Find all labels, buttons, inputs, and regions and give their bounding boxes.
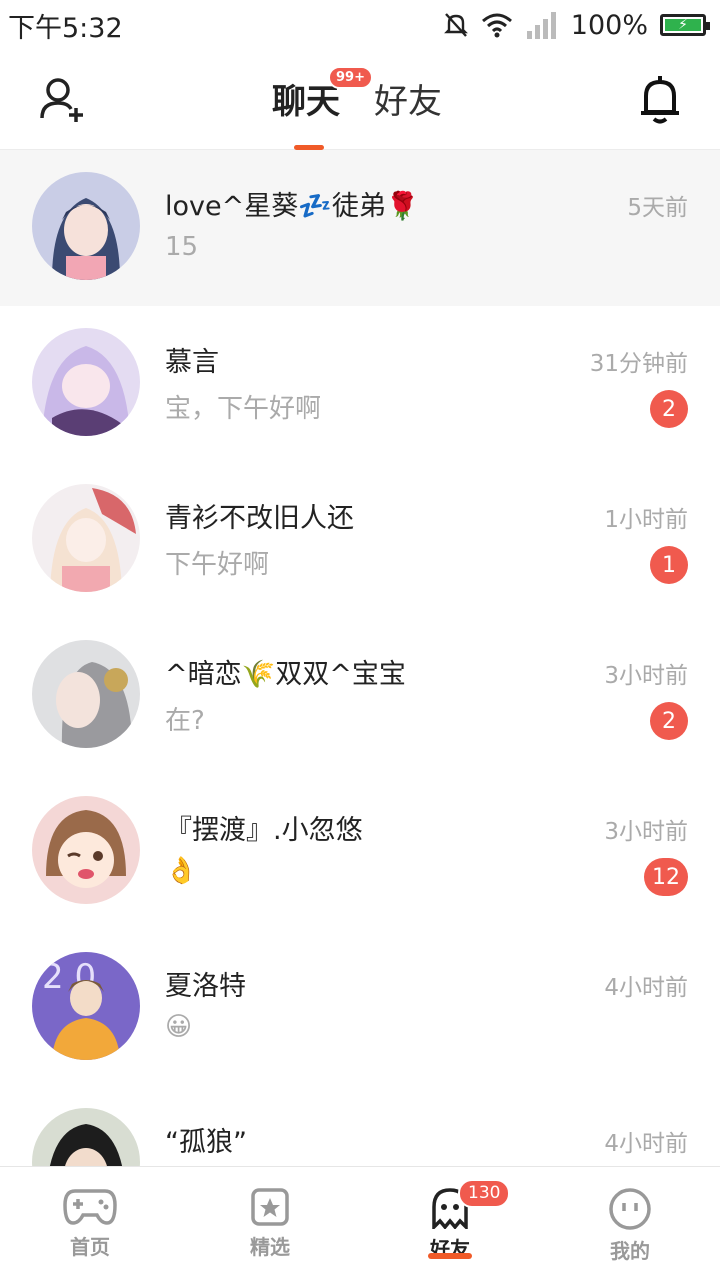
nav-featured[interactable]: 精选 (180, 1167, 360, 1280)
tab-chat-badge: 99+ (328, 66, 373, 89)
face-icon (609, 1188, 651, 1230)
gamepad-icon (63, 1189, 117, 1225)
top-header: 聊天 99+ 好友 (0, 50, 720, 150)
chat-name: 『摆渡』.小忽悠 (165, 815, 363, 846)
bottom-nav: 首页 精选 好友 130 我的 (0, 1166, 720, 1280)
tab-chat-label: 聊天 (272, 82, 340, 122)
bell-muted-icon (443, 13, 468, 37)
avatar[interactable] (32, 328, 140, 436)
chat-name: ^暗恋🌾双双^宝宝 (165, 659, 406, 690)
nav-home-label: 首页 (70, 1235, 110, 1259)
chat-time: 4小时前 (604, 975, 688, 1001)
chat-friend-tabs: 聊天 99+ 好友 (272, 66, 442, 150)
chat-row[interactable]: 青衫不改旧人还 下午好啊 1小时前 1 (0, 462, 720, 618)
unread-badge: 2 (650, 702, 688, 740)
chat-name: 青衫不改旧人还 (165, 503, 354, 534)
star-icon (251, 1188, 289, 1226)
notifications-button[interactable] (638, 74, 682, 126)
chat-list[interactable]: love^星葵💤徒弟🌹 15 5天前 慕言 宝，下午好啊 31分钟前 2 青衫不… (0, 150, 720, 1166)
add-friend-icon (40, 78, 83, 122)
chat-time: 3小时前 (604, 663, 688, 689)
wifi-icon (481, 13, 512, 38)
chat-preview: 在? (165, 706, 205, 736)
status-bar: 下午5:32 100% ⚡ (0, 0, 720, 50)
avatar[interactable] (32, 796, 140, 904)
chat-time: 4小时前 (604, 1131, 688, 1157)
chat-row[interactable]: ^暗恋🌾双双^宝宝 在? 3小时前 2 (0, 618, 720, 774)
chat-preview: 宝，下午好啊 (165, 394, 322, 424)
bell-icon (641, 76, 679, 124)
nav-featured-label: 精选 (250, 1235, 290, 1259)
chat-row[interactable]: “孤狼” 4小时前 (0, 1086, 720, 1166)
avatar[interactable] (32, 172, 140, 280)
chat-time: 1小时前 (604, 507, 688, 533)
chat-preview: 👌 (165, 856, 198, 886)
unread-badge: 12 (644, 858, 688, 896)
avatar[interactable] (32, 640, 140, 748)
status-time: 下午5:32 (8, 12, 123, 44)
chat-preview: 下午好啊 (165, 550, 270, 580)
chat-name: 夏洛特 (165, 971, 246, 1002)
chat-preview: 15 (165, 232, 199, 262)
chat-row[interactable]: 慕言 宝，下午好啊 31分钟前 2 (0, 306, 720, 462)
unread-badge: 1 (650, 546, 688, 584)
battery-percent: 100% (570, 9, 648, 41)
chat-name: love^星葵💤徒弟🌹 (165, 191, 420, 222)
nav-me-label: 我的 (610, 1239, 650, 1263)
nav-me[interactable]: 我的 (540, 1167, 720, 1280)
battery-icon: ⚡ (660, 14, 710, 36)
chat-name: 慕言 (165, 347, 219, 378)
chat-name: “孤狼” (165, 1127, 247, 1158)
unread-badge: 2 (650, 390, 688, 428)
chat-row[interactable]: 『摆渡』.小忽悠 👌 3小时前 12 (0, 774, 720, 930)
chat-time: 5天前 (627, 195, 688, 221)
avatar[interactable] (32, 484, 140, 592)
chat-row[interactable]: 2 0 夏洛特 😀 4小时前 (0, 930, 720, 1086)
nav-friends[interactable]: 好友 130 (360, 1167, 540, 1280)
tab-chat[interactable]: 聊天 99+ (272, 66, 373, 150)
tab-friends[interactable]: 好友 (374, 74, 442, 150)
status-icons: 100% ⚡ (443, 9, 710, 41)
chat-time: 31分钟前 (589, 351, 688, 377)
chat-preview: 😀 (165, 1012, 193, 1042)
nav-home[interactable]: 首页 (0, 1167, 180, 1280)
nav-active-indicator (428, 1253, 472, 1259)
tab-friends-label: 好友 (374, 82, 442, 122)
avatar[interactable]: 2 0 (32, 952, 140, 1060)
add-friend-button[interactable] (38, 76, 88, 126)
chat-time: 3小时前 (604, 819, 688, 845)
avatar[interactable] (32, 1108, 140, 1166)
signal-icon (526, 12, 556, 39)
nav-friends-badge: 130 (458, 1179, 511, 1208)
chat-row[interactable]: love^星葵💤徒弟🌹 15 5天前 (0, 150, 720, 306)
